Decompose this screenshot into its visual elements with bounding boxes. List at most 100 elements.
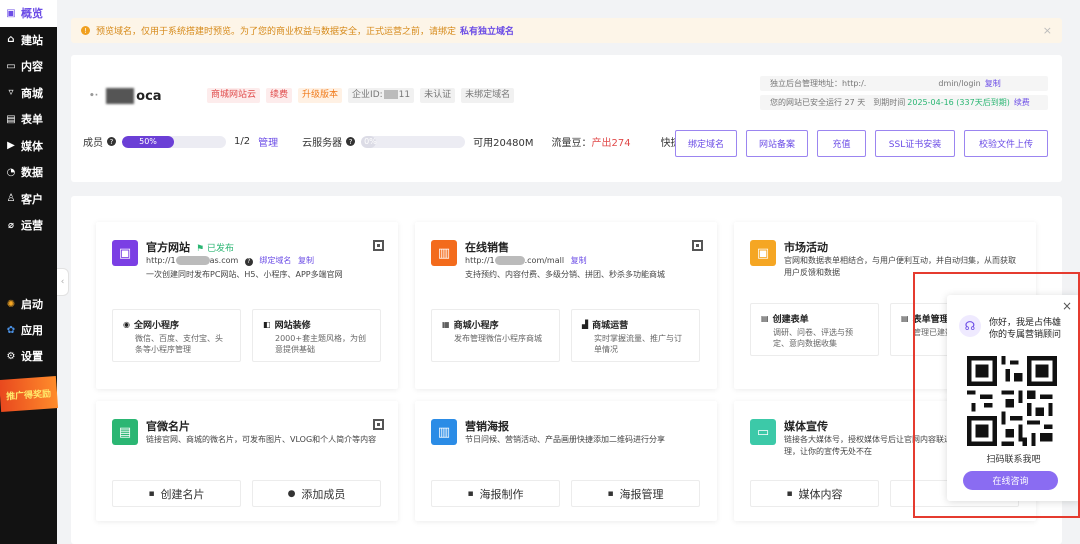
store-icon: ▦ [442, 320, 450, 329]
sidebar-item-media[interactable]: ▶ 媒体 [0, 133, 57, 160]
copy-link[interactable]: 复制 [571, 256, 587, 265]
url-suffix: as.com [209, 256, 239, 265]
help-icon[interactable]: ? [107, 137, 116, 146]
person-icon: ● [287, 488, 296, 499]
card-title-text: 官方网站 [146, 241, 190, 254]
sidebar-item-content[interactable]: ▭ 内容 [0, 53, 57, 80]
sidebar-item-label: 表单 [21, 113, 43, 127]
server-progress-fill: 0% [361, 135, 377, 148]
sidebar-item-overview[interactable]: ▣ 概览 [0, 0, 57, 27]
sidebar-item-form[interactable]: ▤ 表单 [0, 106, 57, 133]
expire-date: 2025-04-16 (337天后到期) [907, 98, 1010, 107]
sidebar-item-apps[interactable]: ✿ 应用 [0, 317, 57, 343]
create-card-button[interactable]: ▪ 创建名片 [112, 480, 241, 507]
admin-info: 独立后台管理地址：http:/. dmin/login 复制 您的网站已安全运行… [760, 76, 1048, 114]
card-title: 在线销售 [465, 241, 509, 254]
sub-decoration[interactable]: ◧ 网站装修 2000+套主题风格，为创意提供基础 [252, 309, 381, 362]
bind-domain-link[interactable]: 绑定域名 [259, 256, 291, 265]
member-manage-link[interactable]: 管理 [258, 134, 278, 149]
copy-link[interactable]: 复制 [298, 256, 314, 265]
card-title: 媒体宣传 [784, 420, 828, 433]
promo-text: 推广得奖励 [5, 388, 52, 403]
sub-desc: 实时掌握流量、推广与订单情况 [594, 334, 682, 354]
warning-icon: ! [81, 26, 90, 35]
bar-chart-icon: ▟ [582, 320, 589, 329]
site-info-card: •· oca 商城网站云 续费 升级版本 企业ID: 11 未认证 未绑定域名 独… [71, 55, 1062, 182]
card-icon: ▪ [148, 488, 155, 499]
copy-link[interactable]: 复制 [985, 78, 1001, 89]
shop-url: http://1 .com/mall 复制 [465, 255, 701, 267]
sub-miniprogram[interactable]: ◉ 全网小程序 微信、百度、支付宝、头条等小程序管理 [112, 309, 241, 362]
sub-title: ▤ 创建表单 [761, 312, 868, 325]
card-poster: ▥ 营销海报 节日问候、营销活动、产品画册快捷添加二维码进行分享 ▪ 海报制作 ▪… [415, 401, 717, 521]
sub-title-text: 商城小程序 [453, 321, 499, 331]
promo-banner[interactable]: 推广得奖励 [0, 376, 59, 412]
admin-url-label: 独立后台管理地址：http:/. [770, 79, 867, 88]
verify-file-upload-button[interactable]: 校验文件上传 [964, 130, 1048, 157]
make-poster-button[interactable]: ▪ 海报制作 [431, 480, 560, 507]
admin-url-row: 独立后台管理地址：http:/. dmin/login 复制 [760, 76, 1048, 91]
sidebar-item-label: 建站 [21, 33, 43, 47]
site-tags: 商城网站云 续费 升级版本 企业ID: 11 未认证 未绑定域名 [207, 88, 515, 103]
sidebar: ▣ 概览 ⌂ 建站 ▭ 内容 ▿ 商城 ▤ 表单 ▶ 媒体 ◔ 数据 ♙ 客户 ⌀ 运营 ✺ 启动 … [0, 0, 59, 544]
manage-poster-button[interactable]: ▪ 海报管理 [571, 480, 700, 507]
site-logo: •· oca [89, 88, 162, 104]
shop-icon: ▥ [431, 240, 457, 266]
sub-shop-operation[interactable]: ▟ 商城运营 实时掌握流量、推广与订单情况 [571, 309, 700, 362]
tag-renew[interactable]: 续费 [266, 88, 293, 103]
sub-title: ◉ 全网小程序 [123, 318, 230, 331]
media-icon: ▶ [7, 140, 15, 152]
sidebar-item-data[interactable]: ◔ 数据 [0, 159, 57, 186]
qr-code-icon[interactable] [692, 240, 703, 251]
sidebar-item-label: 商城 [21, 86, 43, 100]
form-icon: ▤ [6, 113, 16, 125]
sidebar-item-label: 设置 [21, 350, 43, 363]
recharge-button[interactable]: 充值 [817, 130, 866, 157]
bind-domain-button[interactable]: 绑定域名 [675, 130, 737, 157]
sidebar-item-label: 数据 [21, 166, 43, 180]
sidebar-item-operation[interactable]: ⌀ 运营 [0, 212, 57, 239]
namecard-icon: ▤ [112, 419, 138, 445]
company-id-suffix: 11 [398, 90, 411, 100]
close-icon[interactable]: × [1043, 24, 1052, 37]
traffic-label: 流量豆： [551, 138, 592, 149]
sidebar-collapse-handle[interactable]: ‹ [57, 268, 69, 296]
sidebar-item-build[interactable]: ⌂ 建站 [0, 27, 57, 54]
media-content-button[interactable]: ▪ 媒体内容 [750, 480, 879, 507]
sidebar-item-settings[interactable]: ⚙ 设置 [0, 343, 57, 369]
help-icon[interactable]: ? [244, 258, 253, 266]
compass-icon: ◉ [123, 320, 130, 329]
icp-filing-button[interactable]: 网站备案 [746, 130, 808, 157]
sub-shop-miniprogram[interactable]: ▦ 商城小程序 发布管理微信小程序商城 [431, 309, 560, 362]
notice-text: 预览域名，仅用于系统搭建时预览。为了您的商业权益与数据安全，正式运营之前，请绑定 [96, 27, 457, 37]
add-member-button[interactable]: ● 添加成员 [252, 480, 381, 507]
sub-title-text: 网站装修 [274, 321, 311, 331]
list-icon: ▤ [901, 314, 909, 323]
card-desc: 节日问候、营销活动、产品画册快捷添加二维码进行分享 [465, 435, 665, 444]
qr-code-icon[interactable] [373, 240, 384, 251]
help-icon[interactable]: ? [346, 137, 356, 146]
sidebar-item-launch[interactable]: ✺ 启动 [0, 291, 57, 317]
sidebar-item-customer[interactable]: ♙ 客户 [0, 186, 57, 213]
ssl-install-button[interactable]: SSL证书安装 [875, 130, 955, 157]
notice-link[interactable]: 私有独立域名 [460, 24, 514, 37]
expire-label: 到期时间 [873, 98, 906, 107]
card-title: 官方网站 ⚑ 已发布 [146, 239, 234, 255]
sub-desc: 发布管理微信小程序商城 [454, 334, 542, 343]
chart-icon: ◔ [6, 166, 16, 178]
sidebar-item-shop[interactable]: ▿ 商城 [0, 80, 57, 107]
tag-unverified: 未认证 [420, 88, 456, 103]
sub-create-form[interactable]: ▤ 创建表单 调研、问卷、评选与预定、意向数据收集 [750, 303, 879, 356]
button-label: 海报制作 [479, 487, 524, 501]
qr-code-icon[interactable] [373, 419, 384, 430]
poster-icon: ▥ [431, 419, 457, 445]
published-status: ⚑ 已发布 [196, 244, 234, 254]
card-website: ▣ 官方网站 ⚑ 已发布 http://1 as.com ? 绑定域名 复制 一次创… [96, 222, 398, 389]
card-title: 市场活动 [784, 241, 828, 254]
sub-desc: 2000+套主题风格，为创意提供基础 [275, 334, 367, 354]
folder-icon: ▭ [6, 60, 16, 72]
tag-upgrade[interactable]: 升级版本 [298, 88, 343, 103]
renew-link[interactable]: 续费 [1014, 97, 1030, 108]
media-icon: ▭ [750, 419, 776, 445]
member-label: 成员 [83, 138, 103, 149]
